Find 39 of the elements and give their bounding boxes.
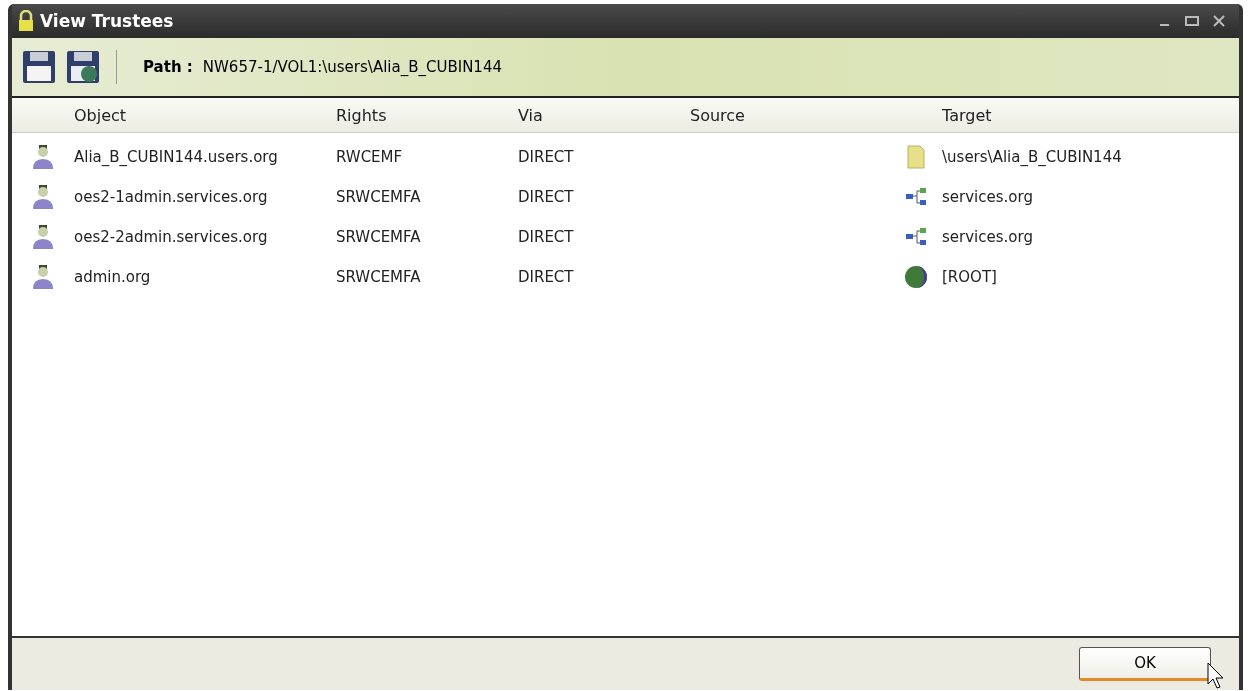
column-header[interactable]: Object	[74, 105, 336, 125]
save-icon[interactable]	[22, 50, 56, 84]
hierarchy-icon	[905, 227, 927, 247]
user-icon	[32, 264, 54, 290]
object-name: oes2-2admin.services.org	[74, 228, 269, 246]
target-value: \users\Alia_B_CUBIN144	[942, 148, 1123, 166]
folder-icon	[905, 144, 927, 170]
rights-value: SRWCEMFA	[336, 188, 422, 206]
rights-value: SRWCEMFA	[336, 228, 422, 246]
via-value: DIRECT	[518, 148, 575, 166]
path-value: NW657-1/VOL1:\users\Alia_B_CUBIN144	[202, 58, 502, 76]
cursor-icon	[1207, 662, 1225, 690]
rights-value: SRWCEMFA	[336, 268, 422, 286]
hierarchy-icon	[905, 187, 927, 207]
path-label: Path :	[143, 58, 193, 76]
padlock-icon	[18, 10, 34, 32]
close-icon[interactable]	[1213, 15, 1225, 27]
rights-value: RWCEMF	[336, 148, 404, 166]
column-header[interactable]: Source	[690, 105, 890, 125]
window-title: View Trustees	[40, 11, 174, 31]
user-icon	[32, 144, 54, 170]
column-header[interactable]: Rights	[336, 105, 518, 125]
maximize-icon[interactable]	[1185, 15, 1199, 27]
target-value: [ROOT]	[942, 268, 998, 286]
user-icon	[32, 184, 54, 210]
object-name: admin.org	[74, 268, 152, 286]
column-header[interactable]: Via	[518, 105, 690, 125]
via-value: DIRECT	[518, 188, 575, 206]
via-value: DIRECT	[518, 268, 575, 286]
column-header[interactable]: Target	[942, 105, 1239, 125]
globe-icon	[904, 265, 928, 289]
user-icon	[32, 224, 54, 250]
target-value: services.org	[942, 188, 1034, 206]
save-globe-icon[interactable]	[66, 50, 100, 84]
object-name: oes2-1admin.services.org	[74, 188, 269, 206]
ok-button[interactable]: OK	[1079, 647, 1211, 681]
target-value: services.org	[942, 228, 1034, 246]
object-name: Alia_B_CUBIN144.users.org	[74, 148, 279, 166]
via-value: DIRECT	[518, 228, 575, 246]
